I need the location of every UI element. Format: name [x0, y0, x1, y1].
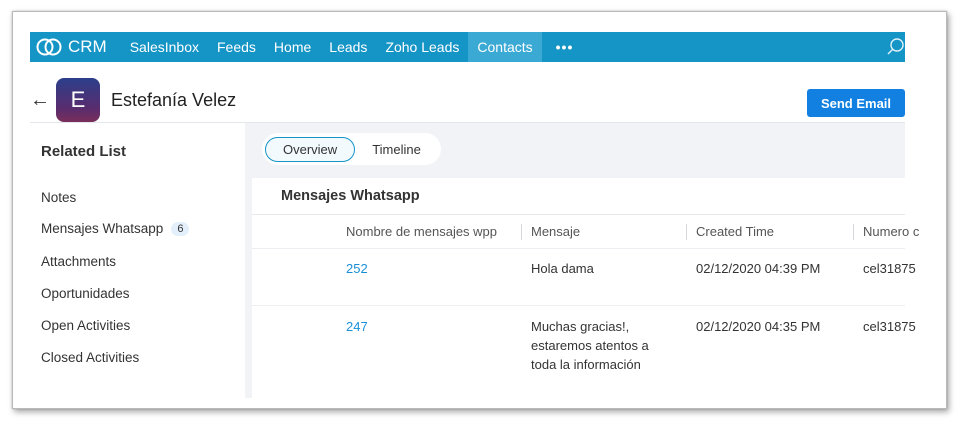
search-icon[interactable] — [887, 38, 905, 61]
sidebar-item-label: Mensajes Whatsapp — [41, 221, 164, 236]
avatar: E — [56, 78, 100, 122]
record-header: ← E Estefanía Velez Send Email — [30, 78, 905, 122]
divider — [252, 305, 905, 306]
table-cell-mensaje: Hola dama — [531, 261, 594, 276]
column-separator — [521, 224, 522, 240]
nav-feeds[interactable]: Feeds — [208, 32, 265, 62]
sidebar-item-closed-activities[interactable]: Closed Activities — [41, 350, 139, 365]
column-separator — [853, 224, 854, 240]
tab-timeline[interactable]: Timeline — [355, 138, 438, 161]
nav-contacts[interactable]: Contacts — [468, 32, 542, 62]
nav-zoho-leads[interactable]: Zoho Leads — [376, 32, 468, 62]
record-link[interactable]: 252 — [346, 261, 368, 276]
mensajes-whatsapp-panel: Mensajes Whatsapp Nombre de mensajes wpp… — [252, 178, 919, 408]
table-cell-numero: cel31875 — [863, 261, 916, 276]
brand-name: CRM — [68, 37, 107, 56]
table-cell-numero: cel31875 — [863, 319, 916, 334]
count-badge: 6 — [171, 221, 190, 236]
divider — [252, 214, 905, 215]
sidebar-item-label: Attachments — [41, 254, 117, 269]
sidebar-item-notes[interactable]: Notes — [41, 190, 76, 205]
table-cell-created: 02/12/2020 04:39 PM — [696, 261, 821, 276]
sidebar-item-label: Open Activities — [41, 318, 131, 333]
top-nav: CRM SalesInbox Feeds Home Leads Zoho Lea… — [30, 32, 905, 62]
table-cell-created: 02/12/2020 04:35 PM — [696, 319, 821, 334]
back-arrow-icon[interactable]: ← — [30, 89, 56, 112]
related-list-title: Related List — [41, 143, 127, 160]
sidebar-item-label: Oportunidades — [41, 286, 130, 301]
nav-leads[interactable]: Leads — [320, 32, 376, 62]
sidebar-item-attachments[interactable]: Attachments — [41, 254, 116, 269]
panel-title: Mensajes Whatsapp — [281, 188, 420, 204]
sidebar-item-label: Closed Activities — [41, 350, 140, 365]
crm-logo-icon — [36, 38, 62, 56]
sidebar-item-label: Notes — [41, 190, 77, 205]
nav-more-menu[interactable]: ••• — [542, 32, 588, 62]
send-email-button[interactable]: Send Email — [807, 89, 905, 117]
column-header-nombre[interactable]: Nombre de mensajes wpp — [346, 224, 497, 239]
related-list-sidebar: Related List Notes Mensajes Whatsapp 6 A… — [30, 123, 245, 398]
tab-overview[interactable]: Overview — [265, 136, 356, 162]
column-header-created-time[interactable]: Created Time — [696, 224, 774, 239]
divider — [252, 248, 905, 249]
nav-home[interactable]: Home — [265, 32, 320, 62]
sidebar-item-oportunidades[interactable]: Oportunidades — [41, 286, 130, 301]
view-tabs: Overview Timeline — [262, 133, 441, 165]
column-separator — [686, 224, 687, 240]
nav-salesinbox[interactable]: SalesInbox — [121, 32, 208, 62]
crm-logo[interactable]: CRM — [30, 32, 121, 62]
sidebar-item-mensajes-whatsapp[interactable]: Mensajes Whatsapp 6 — [41, 221, 190, 236]
main-content: Overview Timeline Mensajes Whatsapp Nomb… — [245, 123, 919, 408]
column-header-mensaje[interactable]: Mensaje — [531, 224, 580, 239]
table-cell-mensaje: Muchas gracias!, estaremos atentos a tod… — [531, 319, 649, 372]
column-header-numero[interactable]: Numero c — [863, 224, 919, 239]
contact-name: Estefanía Velez — [111, 89, 237, 110]
record-link[interactable]: 247 — [346, 319, 368, 334]
sidebar-item-open-activities[interactable]: Open Activities — [41, 318, 130, 333]
